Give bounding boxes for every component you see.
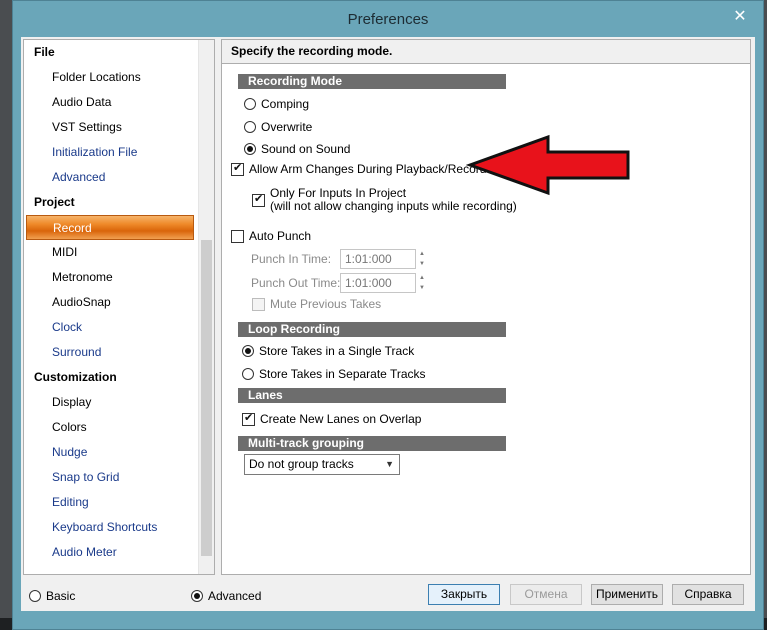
radio-label: Store Takes in Separate Tracks	[259, 367, 426, 381]
spin-down-icon[interactable]: ▼	[419, 260, 427, 268]
radio-label: Overwrite	[261, 120, 313, 134]
tree-category-project[interactable]: Project	[24, 190, 200, 215]
checkbox-sublabel: (will not allow changing inputs while re…	[270, 199, 517, 213]
checkbox-label: Allow Arm Changes During Playback/Record	[249, 162, 487, 176]
tree-category-customization[interactable]: Customization	[24, 365, 200, 390]
radio-basic[interactable]: Basic	[29, 589, 75, 603]
dropdown-value: Do not group tracks	[249, 457, 354, 471]
tree-item-snap-to-grid[interactable]: Snap to Grid	[24, 465, 200, 490]
tree-item-initialization-file[interactable]: Initialization File	[24, 140, 200, 165]
close-window-button[interactable]: ✕	[723, 5, 757, 27]
punch-in-label: Punch In Time:	[251, 252, 332, 266]
radio-store-separate-tracks[interactable]: Store Takes in Separate Tracks	[242, 367, 426, 381]
radio-button[interactable]	[191, 590, 203, 602]
radio-sound-on-sound[interactable]: Sound on Sound	[244, 142, 350, 156]
settings-panel: Specify the recording mode. Recording Mo…	[221, 39, 751, 575]
checkbox-auto-punch[interactable]: Auto Punch	[231, 229, 311, 243]
preferences-tree: File Folder Locations Audio Data VST Set…	[23, 39, 215, 575]
section-recording-mode: Recording Mode	[238, 74, 506, 89]
radio-comping[interactable]: Comping	[244, 97, 309, 111]
radio-overwrite[interactable]: Overwrite	[244, 120, 312, 134]
checkbox[interactable]	[231, 161, 244, 176]
checkbox[interactable]	[242, 411, 255, 426]
tree-item-surround[interactable]: Surround	[24, 340, 200, 365]
tree-item-nudge[interactable]: Nudge	[24, 440, 200, 465]
help-button[interactable]: Справка	[672, 584, 744, 605]
title-bar[interactable]: Preferences ✕	[13, 1, 763, 37]
tree-item-folder-locations[interactable]: Folder Locations	[24, 65, 200, 90]
tree-item-audio-data[interactable]: Audio Data	[24, 90, 200, 115]
tree-item-display[interactable]: Display	[24, 390, 200, 415]
dialog-client-area: File Folder Locations Audio Data VST Set…	[21, 37, 755, 611]
tree-scroll-thumb[interactable]	[201, 240, 212, 556]
close-icon: ✕	[733, 8, 747, 25]
close-button[interactable]: Закрыть	[428, 584, 500, 605]
checkbox-mute-previous-takes[interactable]: Mute Previous Takes	[252, 297, 381, 311]
tree-item-audio-meter[interactable]: Audio Meter	[24, 540, 200, 565]
radio-button[interactable]	[29, 590, 41, 602]
radio-button[interactable]	[242, 368, 254, 380]
apply-button[interactable]: Применить	[591, 584, 663, 605]
punch-out-spinner[interactable]: ▲ ▼	[419, 274, 427, 292]
section-lanes: Lanes	[238, 388, 506, 403]
punch-in-time-input[interactable]: 1:01:000	[340, 249, 416, 269]
tree-item-metronome[interactable]: Metronome	[24, 265, 200, 290]
radio-label: Comping	[261, 97, 310, 111]
radio-label: Basic	[46, 589, 76, 603]
tree-item-keyboard-shortcuts[interactable]: Keyboard Shortcuts	[24, 515, 200, 540]
spin-up-icon[interactable]: ▲	[419, 274, 427, 282]
checkbox-label: Create New Lanes on Overlap	[260, 412, 422, 426]
radio-store-single-track[interactable]: Store Takes in a Single Track	[242, 344, 414, 358]
preferences-dialog: Preferences ✕ File Folder Locations Audi…	[12, 0, 764, 630]
tree-item-colors[interactable]: Colors	[24, 415, 200, 440]
punch-in-spinner[interactable]: ▲ ▼	[419, 250, 427, 268]
tree-scrollbar[interactable]	[198, 40, 214, 574]
multitrack-grouping-dropdown[interactable]: Do not group tracks ▼	[244, 454, 400, 475]
punch-out-row: Punch Out Time: 1:01:000 ▲ ▼	[251, 273, 427, 293]
punch-in-row: Punch In Time: 1:01:000 ▲ ▼	[251, 249, 427, 269]
checkbox-label: Auto Punch	[249, 229, 312, 243]
radio-button[interactable]	[242, 345, 254, 357]
red-annotation-arrow-icon	[466, 134, 630, 196]
spin-up-icon[interactable]: ▲	[419, 250, 427, 258]
tree-category-file[interactable]: File	[24, 40, 200, 65]
tree-item-record[interactable]: Record	[26, 215, 194, 240]
tree-item-advanced[interactable]: Advanced	[24, 165, 200, 190]
tree-item-editing[interactable]: Editing	[24, 490, 200, 515]
checkbox-create-new-lanes[interactable]: Create New Lanes on Overlap	[242, 411, 422, 426]
punch-out-time-input[interactable]: 1:01:000	[340, 273, 416, 293]
checkbox[interactable]	[252, 297, 265, 311]
panel-header: Specify the recording mode.	[222, 40, 750, 64]
radio-button[interactable]	[244, 121, 256, 133]
checkbox-allow-arm-changes[interactable]: Allow Arm Changes During Playback/Record	[231, 161, 487, 176]
radio-label: Sound on Sound	[261, 142, 351, 156]
section-multitrack-grouping: Multi-track grouping	[238, 436, 506, 451]
radio-button[interactable]	[244, 143, 256, 155]
section-loop-recording: Loop Recording	[238, 322, 506, 337]
tree-item-midi[interactable]: MIDI	[24, 240, 200, 265]
window-title: Preferences	[347, 11, 429, 28]
checkbox-label: Mute Previous Takes	[270, 297, 382, 311]
checkbox[interactable]	[252, 192, 265, 207]
radio-button[interactable]	[244, 98, 256, 110]
radio-label: Store Takes in a Single Track	[259, 344, 415, 358]
tree-item-audiosnap[interactable]: AudioSnap	[24, 290, 200, 315]
tree-item-vst-settings[interactable]: VST Settings	[24, 115, 200, 140]
chevron-down-icon: ▼	[385, 459, 394, 469]
radio-advanced[interactable]: Advanced	[191, 589, 261, 603]
radio-label: Advanced	[208, 589, 262, 603]
spin-down-icon[interactable]: ▼	[419, 284, 427, 292]
tree-item-clock[interactable]: Clock	[24, 315, 200, 340]
cancel-button[interactable]: Отмена	[510, 584, 582, 605]
checkbox[interactable]	[231, 229, 244, 243]
punch-out-label: Punch Out Time:	[251, 276, 341, 290]
